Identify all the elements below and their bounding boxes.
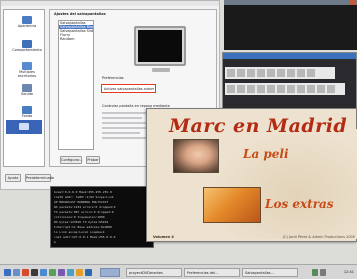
window-titlebar: [1, 1, 219, 6]
help-button[interactable]: Ayuda: [5, 174, 21, 182]
sidebar-item-sound[interactable]: Sonido: [10, 84, 44, 96]
task-button-dvd[interactable]: proyectDVDmarkes: [126, 268, 182, 277]
dvd-footer-right: (C) Jordi Pérez & Admin Productions 2005: [282, 235, 355, 239]
chat-icon[interactable]: [67, 269, 74, 276]
record-icon[interactable]: [317, 85, 325, 93]
player-window: [222, 52, 357, 114]
extras-photo: [203, 187, 261, 223]
eject-icon[interactable]: [287, 85, 295, 93]
options-area: [102, 112, 152, 142]
play-icon[interactable]: [237, 69, 245, 77]
menu-item-movie[interactable]: La peli: [243, 147, 323, 161]
video-preview-window: [224, 0, 357, 50]
player-toolbar-row-1: [225, 67, 335, 79]
sidebar: Apariencia Comportamiento Multiples escr…: [3, 9, 45, 167]
snapshot-icon[interactable]: [327, 85, 335, 93]
monitor-stand: [152, 68, 170, 72]
dialog-title: Ajustes del salvapantallas: [54, 12, 106, 16]
gear-icon: [22, 40, 32, 48]
help-icon[interactable]: [85, 269, 92, 276]
volume-icon[interactable]: [247, 85, 255, 93]
speaker-icon: [22, 84, 32, 92]
audio-icon[interactable]: [227, 85, 235, 93]
menu-icon[interactable]: [297, 69, 305, 77]
sidebar-item-background[interactable]: Fondo: [10, 106, 44, 118]
test-button[interactable]: Probar: [86, 156, 100, 164]
volume-tray-icon[interactable]: [320, 269, 326, 276]
task-button-preferences[interactable]: Preferencias del...: [184, 268, 240, 277]
clock: 12:41: [343, 270, 354, 274]
fullscreen-icon[interactable]: [257, 85, 265, 93]
desktop-pager-icon[interactable]: [100, 268, 120, 277]
subtitle-icon[interactable]: [237, 85, 245, 93]
chapter-icon[interactable]: [277, 85, 285, 93]
network-icon[interactable]: [312, 269, 318, 276]
next-icon[interactable]: [277, 69, 285, 77]
sidebar-item-appearance[interactable]: Apariencia: [10, 16, 44, 28]
previous-icon[interactable]: [287, 69, 295, 77]
files-icon[interactable]: [76, 269, 83, 276]
angle-icon[interactable]: [307, 69, 315, 77]
start-menu-icon[interactable]: [4, 269, 11, 276]
shuffle-icon[interactable]: [307, 85, 315, 93]
rewind-icon[interactable]: [227, 69, 235, 77]
dvd-footer-left: Volumen 4: [153, 235, 174, 239]
editor-icon[interactable]: [49, 269, 56, 276]
terminal-window: bcast:0.0.0.0 Mask:255.255.255.0 inet6 a…: [50, 186, 154, 248]
browser-icon[interactable]: [22, 269, 29, 276]
sidebar-item-screensaver[interactable]: [6, 120, 42, 134]
terminal-output: bcast:0.0.0.0 Mask:255.255.255.0 inet6 a…: [54, 190, 152, 245]
stop-icon[interactable]: [257, 69, 265, 77]
menu-item-extras[interactable]: Los extras: [265, 197, 355, 211]
dvd-menu-window: Marc en Madrid La peli Los extras Volume…: [146, 108, 357, 242]
screensaver-list[interactable]: Salvapantallas Salvapantallas Blank Salv…: [58, 20, 94, 150]
close-icon[interactable]: [349, 0, 356, 5]
dvd-title: Marc en Madrid: [169, 115, 348, 137]
monitor-preview: [134, 26, 186, 66]
pause-icon[interactable]: [247, 69, 255, 77]
zoom-icon[interactable]: [267, 85, 275, 93]
terminal-prompt[interactable]: $: [54, 240, 152, 245]
sidebar-item-behaviour[interactable]: Comportamiento: [10, 40, 44, 52]
music-icon[interactable]: [58, 269, 65, 276]
home-icon[interactable]: [13, 269, 20, 276]
mail-icon[interactable]: [40, 269, 47, 276]
display-icon: [22, 16, 32, 24]
desktops-icon: [22, 62, 32, 70]
sidebar-item-desktops[interactable]: Multiples escritorios: [10, 62, 44, 78]
task-button-screensaver[interactable]: Salvapantallas...: [242, 268, 298, 277]
forward-icon[interactable]: [267, 69, 275, 77]
terminal-icon[interactable]: [31, 269, 38, 276]
image-icon: [22, 106, 32, 114]
defaults-button[interactable]: Predeterminado: [25, 174, 54, 182]
auto-activate-checkbox[interactable]: Activar salvapantallas automáticamente: [101, 84, 156, 93]
configure-button[interactable]: Configurar...: [60, 156, 83, 164]
player-toolbar-row-2: [225, 83, 345, 95]
preferences-label: Preferencias: [102, 76, 124, 80]
monitor-icon: [19, 123, 29, 130]
loop-icon[interactable]: [297, 85, 305, 93]
player-titlebar: [223, 53, 356, 59]
list-item[interactable]: Random: [59, 37, 93, 41]
taskbar: proyectDVDmarkes Preferencias del... Sal…: [0, 264, 357, 279]
video-titlebar: [224, 0, 357, 5]
preview-screen: [138, 30, 182, 62]
baby-photo: [173, 139, 219, 173]
